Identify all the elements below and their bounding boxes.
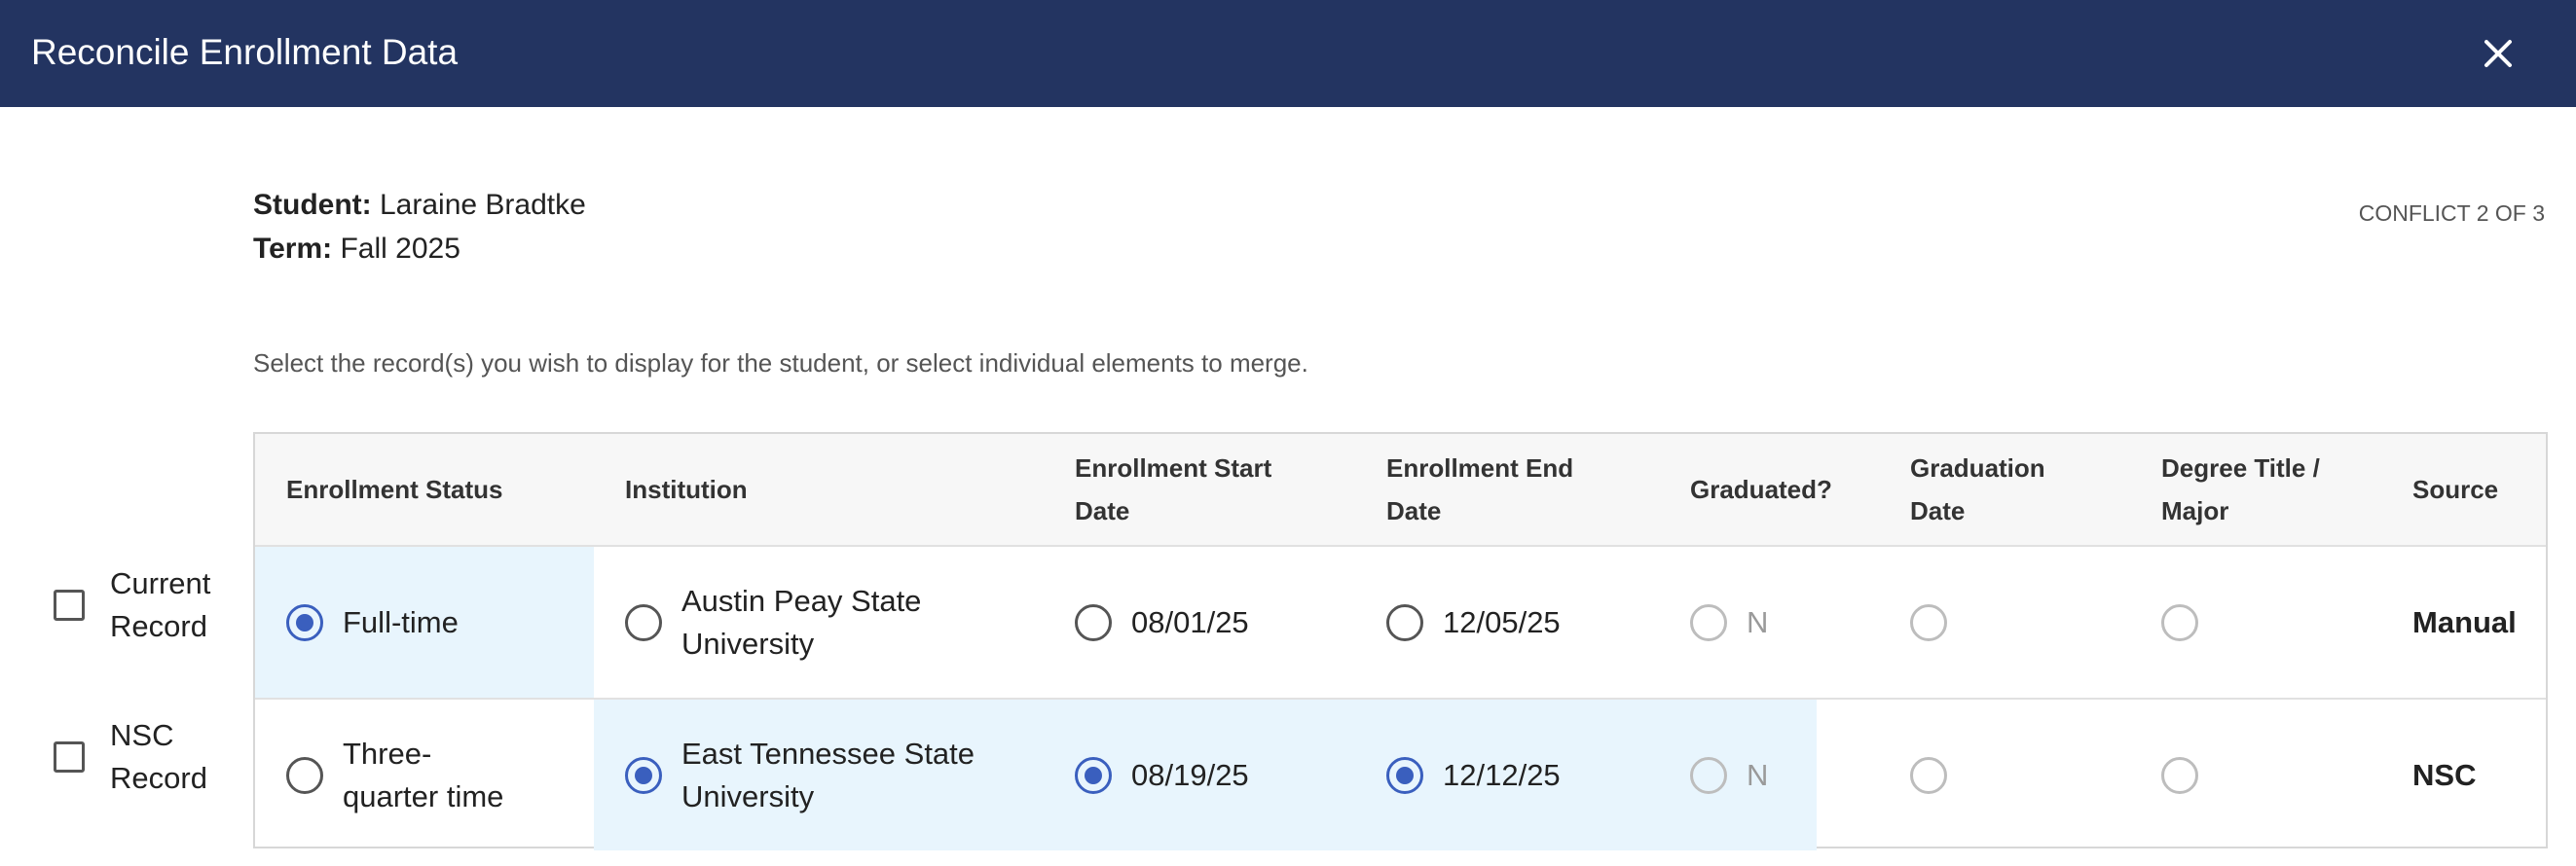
source-value: NSC bbox=[2412, 757, 2477, 792]
student-info: Student: Laraine Bradtke bbox=[253, 186, 586, 225]
merge-table: Enrollment Status Institution Enrollment… bbox=[253, 432, 2548, 850]
graduated-option: N bbox=[1690, 700, 1768, 850]
student-label: Student: bbox=[253, 189, 372, 221]
nsc-record-selector[interactable]: NSC Record bbox=[54, 714, 207, 800]
degree-radio bbox=[2161, 603, 2198, 641]
degree-radio bbox=[2161, 756, 2198, 794]
start-date-radio[interactable] bbox=[1075, 756, 1112, 794]
graduated-radio bbox=[1690, 603, 1727, 641]
term-value: Fall 2025 bbox=[340, 233, 460, 265]
institution-radio[interactable] bbox=[625, 603, 662, 641]
header-enrollment-status: Enrollment Status bbox=[286, 475, 503, 504]
table-row: Three-quarter time East Tennessee State U… bbox=[255, 700, 2546, 850]
start-date-option[interactable]: 08/01/25 bbox=[1075, 547, 1249, 698]
student-name: Laraine Bradtke bbox=[379, 189, 586, 221]
source-value: Manual bbox=[2412, 604, 2517, 639]
header-end-date: Enrollment End Date bbox=[1386, 453, 1574, 525]
start-date-option[interactable]: 08/19/25 bbox=[1075, 700, 1249, 850]
institution-option[interactable]: Austin Peay State University bbox=[625, 547, 921, 698]
header-graduated: Graduated? bbox=[1690, 475, 1832, 504]
header-graduation-date: Graduation Date bbox=[1910, 453, 2045, 525]
dialog-title: Reconcile Enrollment Data bbox=[31, 32, 459, 72]
status-radio[interactable] bbox=[286, 603, 323, 641]
current-record-selector[interactable]: Current Record bbox=[54, 562, 210, 648]
current-record-label: Current Record bbox=[110, 566, 211, 643]
end-date-option[interactable]: 12/12/25 bbox=[1386, 700, 1561, 850]
status-option[interactable]: Full-time bbox=[286, 547, 459, 698]
nsc-record-label: NSC Record bbox=[110, 718, 207, 795]
term-label: Term: bbox=[253, 233, 333, 265]
start-date-radio[interactable] bbox=[1075, 603, 1112, 641]
graduated-option: N bbox=[1690, 547, 1768, 698]
table-header: Enrollment Status Institution Enrollment… bbox=[255, 434, 2546, 547]
close-icon[interactable] bbox=[2471, 26, 2525, 81]
instructions-text: Select the record(s) you wish to display… bbox=[253, 348, 1308, 378]
degree-option bbox=[2161, 700, 2218, 850]
header-institution: Institution bbox=[625, 475, 748, 504]
status-option[interactable]: Three-quarter time bbox=[286, 700, 503, 850]
end-date-radio[interactable] bbox=[1386, 603, 1423, 641]
header-start-date: Enrollment Start Date bbox=[1075, 453, 1272, 525]
nsc-record-checkbox[interactable] bbox=[54, 741, 85, 773]
dialog-titlebar: Reconcile Enrollment Data bbox=[0, 0, 2576, 107]
table-row: Full-time Austin Peay State University 08… bbox=[255, 547, 2546, 700]
graduated-radio bbox=[1690, 756, 1727, 794]
degree-option bbox=[2161, 547, 2218, 698]
end-date-option[interactable]: 12/05/25 bbox=[1386, 547, 1561, 698]
graduation-date-radio bbox=[1910, 756, 1947, 794]
term-info: Term: Fall 2025 bbox=[253, 230, 460, 269]
status-radio[interactable] bbox=[286, 756, 323, 794]
graduation-date-option bbox=[1910, 547, 1967, 698]
header-degree: Degree Title / Major bbox=[2161, 453, 2320, 525]
institution-radio[interactable] bbox=[625, 756, 662, 794]
header-source: Source bbox=[2412, 475, 2499, 504]
graduation-date-radio bbox=[1910, 603, 1947, 641]
current-record-checkbox[interactable] bbox=[54, 590, 85, 621]
end-date-radio[interactable] bbox=[1386, 756, 1423, 794]
conflict-counter: CONFLICT 2 OF 3 bbox=[2358, 200, 2545, 226]
graduation-date-option bbox=[1910, 700, 1967, 850]
institution-option[interactable]: East Tennessee State University bbox=[625, 700, 975, 850]
